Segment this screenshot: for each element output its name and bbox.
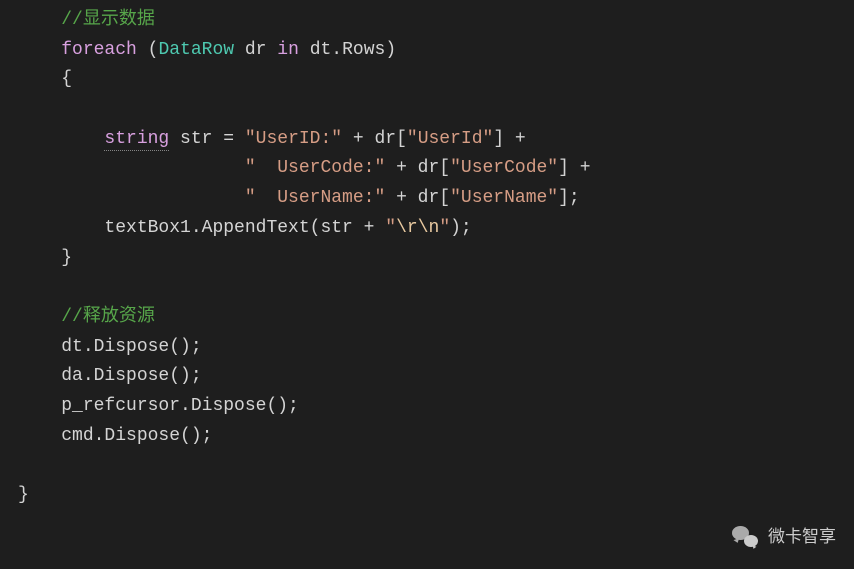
code-line: } <box>18 244 854 274</box>
watermark: 微卡智享 <box>732 523 836 551</box>
string-literal: "UserID:" <box>245 129 342 149</box>
code-editor[interactable]: //显示数据 foreach (DataRow dr in dt.Rows) {… <box>0 0 854 511</box>
code-line <box>18 95 854 125</box>
keyword-string: string <box>104 129 169 151</box>
code-line <box>18 451 854 481</box>
string-literal: "UserCode" <box>450 158 558 178</box>
string-literal: "UserName" <box>450 188 558 208</box>
type-datarow: DataRow <box>158 40 234 60</box>
code-line: p_refcursor.Dispose(); <box>18 392 854 422</box>
watermark-text: 微卡智享 <box>768 523 836 551</box>
comment-text: //释放资源 <box>61 307 155 327</box>
code-line: //释放资源 <box>18 303 854 333</box>
code-line <box>18 273 854 303</box>
code-line: " UserCode:" + dr["UserCode"] + <box>18 154 854 184</box>
keyword-in: in <box>277 40 299 60</box>
code-line: " UserName:" + dr["UserName"]; <box>18 184 854 214</box>
code-line: string str = "UserID:" + dr["UserId"] + <box>18 125 854 155</box>
comment-text: //显示数据 <box>61 10 155 30</box>
string-literal: " UserName:" <box>245 188 385 208</box>
code-line: textBox1.AppendText(str + "\r\n"); <box>18 214 854 244</box>
code-line: { <box>18 65 854 95</box>
code-line: cmd.Dispose(); <box>18 422 854 452</box>
keyword-foreach: foreach <box>61 40 137 60</box>
escape-sequence: \r\n <box>396 218 439 238</box>
code-line: } <box>18 481 854 511</box>
code-line: dt.Dispose(); <box>18 333 854 363</box>
code-line: foreach (DataRow dr in dt.Rows) <box>18 36 854 66</box>
wechat-icon <box>732 526 758 548</box>
code-line: //显示数据 <box>18 6 854 36</box>
code-line: da.Dispose(); <box>18 362 854 392</box>
string-literal: "UserId" <box>407 129 493 149</box>
string-literal: " UserCode:" <box>245 158 385 178</box>
